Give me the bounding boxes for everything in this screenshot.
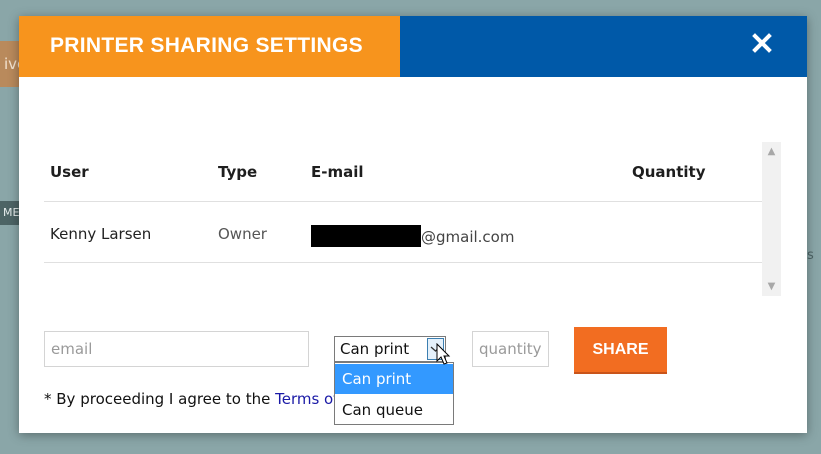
scroll-up-icon[interactable]: ▲ — [762, 142, 781, 161]
mouse-cursor-icon — [436, 342, 452, 367]
scroll-down-icon[interactable]: ▼ — [762, 277, 781, 296]
permission-select[interactable]: Can print — [334, 336, 446, 362]
row-user: Kenny Larsen — [50, 225, 152, 243]
quantity-input[interactable] — [472, 331, 549, 367]
row-email-suffix: @gmail.com — [421, 228, 515, 246]
dropdown-option-can-print[interactable]: Can print — [335, 364, 453, 394]
terms-prefix: * By proceeding I agree to the — [44, 390, 276, 408]
background-text: s — [807, 248, 814, 263]
column-header-type: Type — [218, 163, 258, 181]
background-tag: ME — [0, 201, 20, 225]
email-input[interactable] — [44, 331, 309, 367]
column-header-email: E-mail — [311, 163, 364, 181]
modal-header: PRINTER SHARING SETTINGS — [19, 16, 807, 77]
permission-select-value: Can print — [340, 340, 410, 358]
column-header-quantity: Quantity — [632, 163, 706, 181]
row-email: @gmail.com — [311, 225, 514, 247]
row-type: Owner — [218, 225, 267, 243]
share-button[interactable]: SHARE — [574, 327, 667, 374]
table-divider — [44, 201, 762, 202]
title-box: PRINTER SHARING SETTINGS — [19, 16, 400, 77]
table-scrollbar[interactable]: ▲ ▼ — [762, 142, 781, 296]
terms-link[interactable]: Terms of — [275, 390, 338, 408]
dropdown-option-can-queue[interactable]: Can queue — [335, 395, 453, 425]
table-divider — [44, 262, 762, 263]
modal-title: PRINTER SHARING SETTINGS — [50, 34, 363, 57]
column-header-user: User — [50, 163, 89, 181]
redacted-block — [311, 225, 421, 247]
close-icon[interactable] — [748, 29, 776, 57]
terms-text: * By proceeding I agree to the Terms of — [44, 390, 339, 408]
permission-dropdown-list: Can print Can queue — [334, 362, 454, 425]
